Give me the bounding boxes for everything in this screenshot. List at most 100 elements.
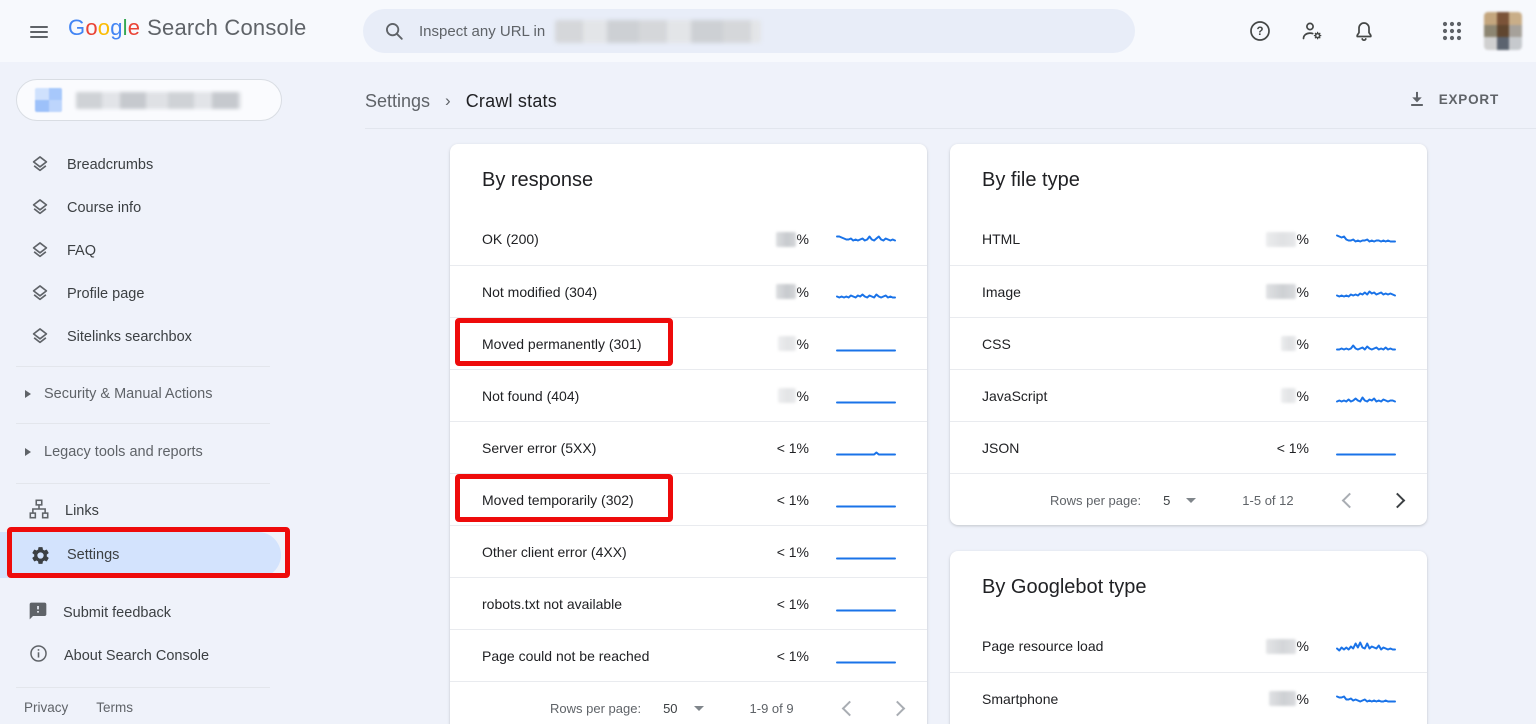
percent-sign: % <box>797 388 809 404</box>
redacted-percent-value <box>778 388 796 403</box>
sparkline-chart <box>835 593 897 615</box>
sidebar-item-label: Profile page <box>67 286 144 302</box>
redacted-percent-value <box>1266 639 1296 654</box>
sidebar-item-breadcrumbs[interactable]: Breadcrumbs <box>0 143 300 186</box>
next-page-button[interactable] <box>886 696 910 720</box>
row-label: Page could not be reached <box>482 648 723 664</box>
sidebar-item-label: Course info <box>67 200 141 216</box>
row-label: Moved permanently (301) <box>482 336 723 352</box>
redacted-percent-value <box>1266 232 1296 247</box>
table-row[interactable]: Not modified (304) % <box>450 265 927 317</box>
sidebar: Breadcrumbs Course info FAQ Profile page <box>0 62 300 724</box>
logo-letter: g <box>110 15 122 40</box>
row-label: Image <box>982 284 1223 300</box>
row-label: JSON <box>982 440 1223 456</box>
dropdown-arrow-icon <box>1186 498 1196 503</box>
sidebar-item-about[interactable]: About Search Console <box>0 635 300 677</box>
table-row[interactable]: JavaScript % <box>950 369 1427 421</box>
notifications-button[interactable] <box>1344 11 1384 51</box>
hamburger-icon <box>27 20 51 44</box>
rows-per-page-select[interactable]: 5 <box>1163 493 1196 508</box>
table-row[interactable]: Page could not be reached < 1% <box>450 629 927 681</box>
google-apps-button[interactable] <box>1432 11 1472 51</box>
sidebar-item-profile-page[interactable]: Profile page <box>0 272 300 315</box>
privacy-link[interactable]: Privacy <box>24 700 68 715</box>
table-row[interactable]: CSS % <box>950 317 1427 369</box>
help-button[interactable]: ? <box>1240 11 1280 51</box>
info-icon <box>28 643 49 669</box>
sparkline-chart <box>1335 228 1397 250</box>
sidebar-item-links[interactable]: Links <box>0 490 300 532</box>
export-button[interactable]: EXPORT <box>1401 84 1505 114</box>
enhancements-list: Breadcrumbs Course info FAQ Profile page <box>0 143 300 358</box>
sidebar-item-settings[interactable]: Settings <box>0 532 281 578</box>
feedback-icon <box>28 601 48 626</box>
table-row[interactable]: Not found (404) % <box>450 369 927 421</box>
divider <box>16 366 270 367</box>
table-row[interactable]: HTML % <box>950 213 1427 265</box>
table-row[interactable]: Smartphone % <box>950 672 1427 724</box>
sidebar-item-faq[interactable]: FAQ <box>0 229 300 272</box>
redacted-percent-value <box>1281 336 1296 351</box>
terms-link[interactable]: Terms <box>96 700 133 715</box>
card-title: By file type <box>950 144 1427 213</box>
app-logo[interactable]: Google Search Console <box>68 15 307 41</box>
row-value: < 1% <box>723 596 809 612</box>
rows-per-page-select[interactable]: 50 <box>663 701 703 716</box>
table-row[interactable]: Other client error (4XX) < 1% <box>450 525 927 577</box>
breadcrumb-settings-link[interactable]: Settings <box>365 91 430 112</box>
row-label: CSS <box>982 336 1223 352</box>
avatar[interactable] <box>1484 12 1522 50</box>
url-inspection-searchbar[interactable]: Inspect any URL in <box>363 9 1135 53</box>
row-label: Moved temporarily (302) <box>482 492 723 508</box>
avatar-pixel <box>1497 37 1510 50</box>
by-file-type-rows: HTML % Image % CSS % JavaScript % JSON <… <box>950 213 1427 473</box>
by-googlebot-type-rows: Page resource load % Smartphone % <box>950 620 1427 724</box>
row-value: % <box>723 336 809 352</box>
table-row[interactable]: Server error (5XX) < 1% <box>450 421 927 473</box>
table-row[interactable]: Page resource load % <box>950 620 1427 672</box>
table-row[interactable]: Image % <box>950 265 1427 317</box>
table-row[interactable]: JSON < 1% <box>950 421 1427 473</box>
section-label: Security & Manual Actions <box>44 386 212 402</box>
row-value: < 1% <box>723 440 809 456</box>
table-row[interactable]: OK (200) % <box>450 213 927 265</box>
help-icon: ? <box>1248 19 1272 43</box>
svg-text:?: ? <box>1256 26 1263 38</box>
sidebar-section-legacy-tools[interactable]: Legacy tools and reports <box>0 432 300 472</box>
redacted-percent-value <box>776 284 796 299</box>
chevron-right-icon <box>890 700 906 716</box>
sidebar-item-course-info[interactable]: Course info <box>0 186 300 229</box>
avatar-pixel <box>1509 25 1522 38</box>
row-label: JavaScript <box>982 388 1223 404</box>
redacted-percent-value <box>778 336 796 351</box>
row-value: % <box>1223 691 1309 707</box>
divider <box>16 483 270 484</box>
menu-icon[interactable] <box>22 15 56 49</box>
property-selector[interactable] <box>16 79 282 121</box>
links-icon <box>28 498 50 525</box>
percent-sign: % <box>1297 691 1309 707</box>
enhancement-icon <box>28 283 52 305</box>
user-settings-button[interactable] <box>1292 11 1332 51</box>
previous-page-button[interactable] <box>1338 488 1362 512</box>
previous-page-button[interactable] <box>838 696 862 720</box>
google-wordmark: Google <box>68 15 140 41</box>
sidebar-section-security-manual-actions[interactable]: Security & Manual Actions <box>0 374 300 414</box>
sidebar-item-sitelinks-searchbox[interactable]: Sitelinks searchbox <box>0 315 300 358</box>
card-by-googlebot-type: By Googlebot type Page resource load % S… <box>950 551 1427 724</box>
chevron-left-icon <box>842 700 858 716</box>
sidebar-item-label: Breadcrumbs <box>67 157 153 173</box>
avatar-pixel <box>1497 12 1510 25</box>
table-row[interactable]: Moved temporarily (302) < 1% <box>450 473 927 525</box>
next-page-button[interactable] <box>1386 488 1410 512</box>
row-value: % <box>723 231 809 247</box>
table-row[interactable]: robots.txt not available < 1% <box>450 577 927 629</box>
percent-sign: % <box>1297 231 1309 247</box>
redacted-percent-value <box>1269 691 1296 706</box>
sidebar-item-submit-feedback[interactable]: Submit feedback <box>0 592 300 634</box>
percent-sign: % <box>797 336 809 352</box>
google-search-console-app: Google Search Console Inspect any URL in… <box>0 0 1536 724</box>
table-row[interactable]: Moved permanently (301) % <box>450 317 927 369</box>
logo-letter: o <box>85 15 97 40</box>
